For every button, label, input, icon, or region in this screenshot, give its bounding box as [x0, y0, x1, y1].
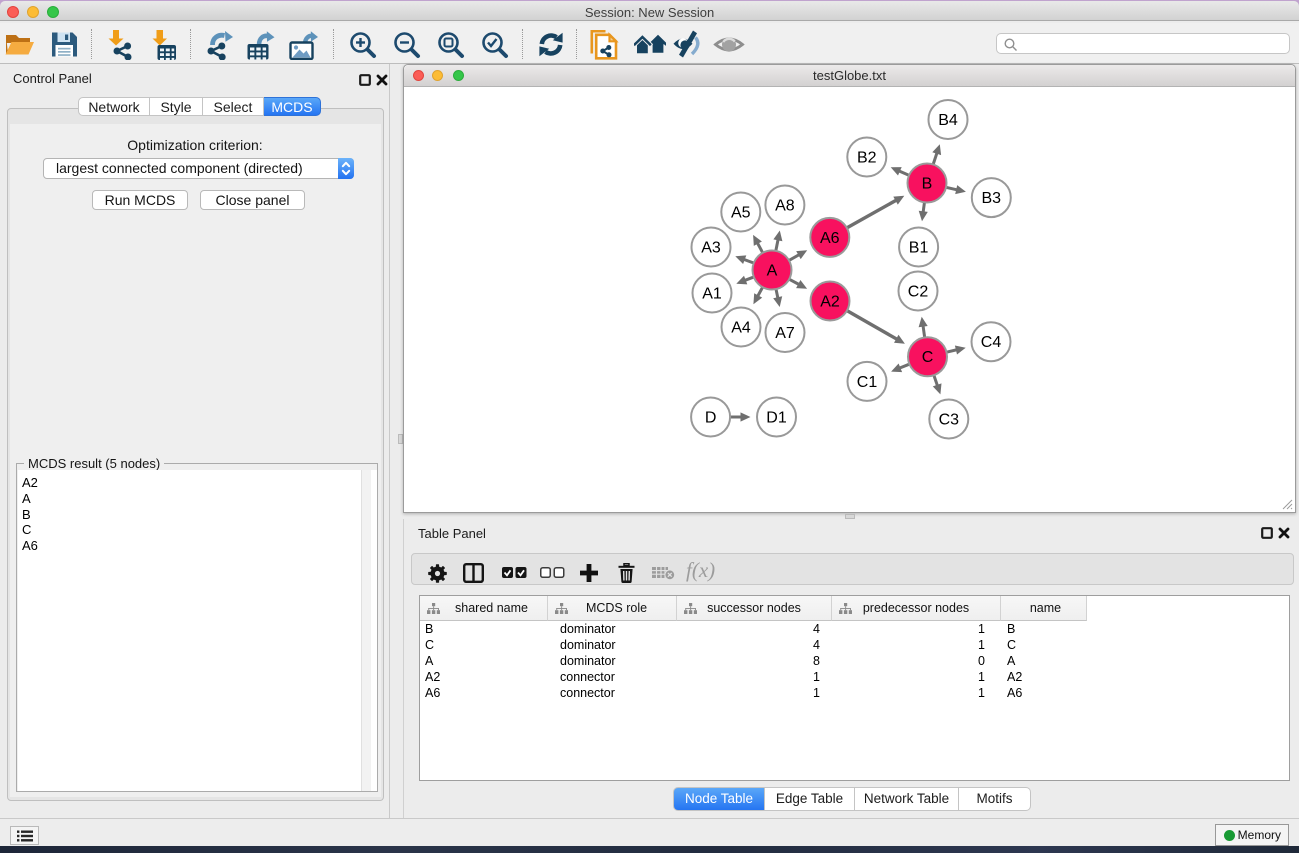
svg-text:A6: A6 — [820, 230, 840, 247]
svg-text:B4: B4 — [938, 112, 958, 129]
svg-text:C4: C4 — [981, 334, 1002, 351]
svg-text:A7: A7 — [775, 325, 795, 342]
svg-text:D1: D1 — [766, 410, 787, 427]
svg-text:C: C — [922, 349, 934, 366]
svg-text:B3: B3 — [982, 190, 1002, 207]
svg-text:A4: A4 — [731, 320, 751, 337]
svg-text:A8: A8 — [775, 198, 795, 215]
svg-text:A: A — [767, 263, 778, 280]
svg-text:A2: A2 — [820, 294, 840, 311]
svg-text:C3: C3 — [939, 412, 960, 429]
svg-text:C2: C2 — [908, 284, 929, 301]
svg-text:B1: B1 — [909, 240, 929, 257]
svg-text:A5: A5 — [731, 205, 751, 222]
svg-text:A3: A3 — [701, 240, 721, 257]
svg-text:B: B — [922, 176, 933, 193]
svg-text:D: D — [705, 410, 717, 427]
svg-text:A1: A1 — [702, 286, 722, 303]
svg-text:C1: C1 — [857, 374, 878, 391]
svg-text:B2: B2 — [857, 150, 877, 167]
